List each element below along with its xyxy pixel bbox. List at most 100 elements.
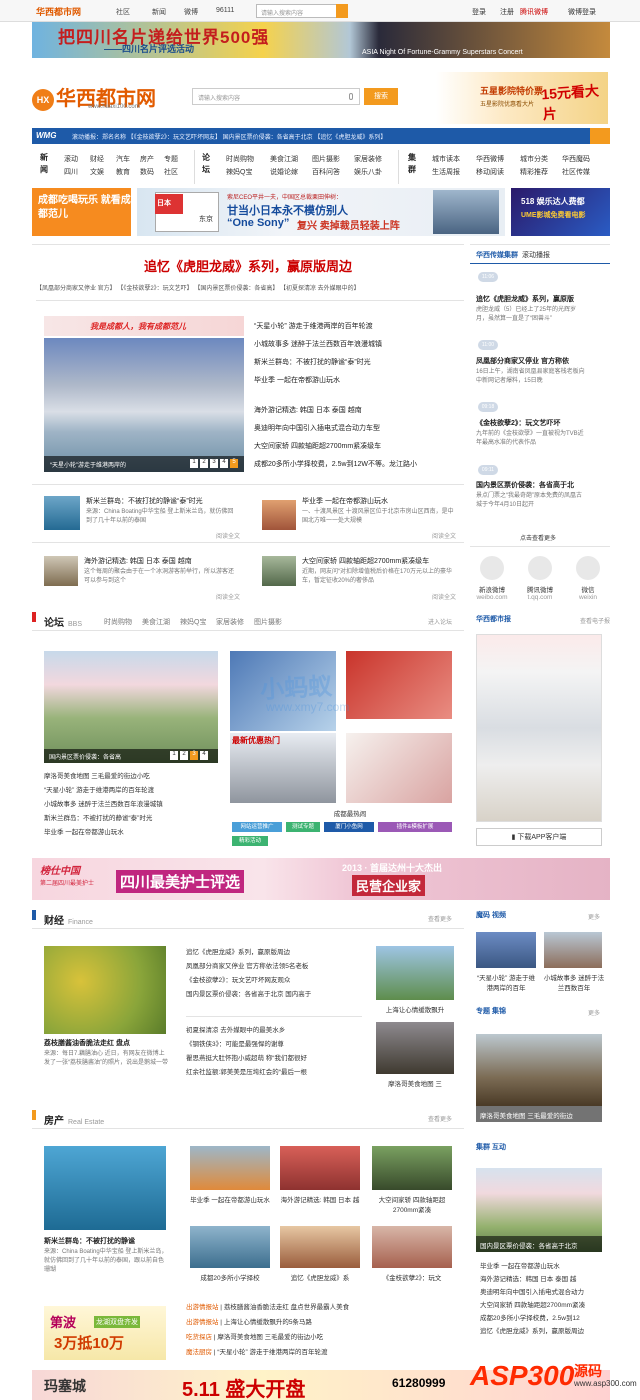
forum-tab[interactable]: 图片摄影 — [254, 617, 282, 627]
list-item[interactable]: 毕业季 一起在帝都游山玩水 — [254, 372, 460, 390]
card-thumb[interactable] — [262, 500, 296, 530]
nav-item[interactable]: 生活周报 — [432, 167, 460, 177]
list-item[interactable]: 摩洛哥美食地图 三毛最爱的街边小吃 — [44, 770, 224, 784]
nav-item[interactable]: 娱乐八卦 — [354, 167, 382, 177]
sina-weibo-icon[interactable] — [480, 556, 504, 580]
news-card[interactable]: 毕业季 一起在帝都游山玩水 一、十渡风景区 十渡风景区位于北京市房山区西南，是中国… — [302, 496, 458, 526]
finance-feature[interactable]: 荔枝膳酱油香脆法走红 盘点 来源：每日7.藕膳油心 近日，有网友在微博上发了一张“… — [44, 1038, 168, 1068]
forum-photo[interactable] — [44, 651, 218, 763]
card-title[interactable]: 毕业季 一起在帝都游山玩水 — [302, 496, 458, 506]
estate-grid-caption[interactable]: 成都20多所小学择校 — [186, 1272, 274, 1282]
estate-grid-photo[interactable] — [190, 1226, 270, 1268]
nurse-selection-ad[interactable]: 榜仕中国 第二届四川最美护士 四川最美护士评选 2013 · 首届达州十大杰出 … — [32, 858, 610, 900]
forum-page[interactable]: 4 — [200, 751, 208, 760]
list-item[interactable]: 成都20多所小学择校费，2.5w到12W不等。龙江路小 — [254, 456, 460, 474]
slider-page[interactable]: 3 — [210, 459, 218, 468]
slider-page-active[interactable]: 5 — [230, 459, 238, 468]
nav-item[interactable]: 数码 — [140, 167, 154, 177]
list-item[interactable]: 小城故事多 迷醉于法兰西数百年浪漫城镇 — [44, 798, 224, 812]
nav-item[interactable]: 教育 — [116, 167, 130, 177]
video-thumb[interactable] — [544, 932, 602, 968]
top-search-input[interactable]: 请输入搜索内容 — [256, 4, 348, 18]
list-item[interactable]: 奥迪明年向中国引入插电式混合动力车型 — [254, 420, 460, 438]
finance-title[interactable]: 财经 Finance — [44, 912, 93, 927]
list-item[interactable]: 大空间家轿 四款轴距超2700mm紧凑 — [480, 1299, 608, 1312]
timeline-title[interactable]: 国内景区票价侵袭：各省高于北 — [476, 480, 586, 490]
sub-headlines[interactable]: 【凤凰部分商家又停业 官方】 【《金枝欲孽2》：玩文艺吓】 【国内景区票价侵袭：… — [36, 283, 464, 292]
finance-side-photo[interactable] — [376, 946, 454, 1000]
list-item[interactable]: 小城故事多 迷醉于法兰西数百年浪漫城镇 — [254, 336, 460, 354]
timeline-item[interactable]: 国内景区票价侵袭：各省高于北 景点门票之“我最奇葩”原本免费的凤凰古城于今年4月1… — [476, 480, 586, 510]
list-item[interactable]: 《金枝欲孽2》：玩文艺吓坏网友观众 — [186, 974, 362, 988]
list-item[interactable]: 追忆《虎胆龙威》系列，赢原版周边 — [186, 946, 362, 960]
interact-caption[interactable]: 国内景区票价侵袭：各省高于北京 — [476, 1236, 602, 1252]
nav-item[interactable]: 房产 — [140, 154, 154, 164]
video-thumb[interactable] — [476, 932, 536, 968]
cluster-title[interactable]: 专题 集锦 — [476, 1006, 506, 1016]
estate-grid-caption[interactable]: 毕业季 一起在帝都游山玩水 — [186, 1194, 274, 1204]
finance-side-caption[interactable]: 摩洛哥美食地图 三 — [370, 1078, 460, 1088]
chengdu-fan-ad[interactable]: 成都吃喝玩乐 就看成都范儿 — [32, 188, 131, 236]
forum-tag-button[interactable]: 测试专题 — [286, 822, 320, 832]
tencent-weibo-icon[interactable] — [528, 556, 552, 580]
photo-slider[interactable]: 我是成都人，我有成都范儿 “天星小轮”游走于维港两岸的 1 2 3 4 5 — [44, 316, 244, 474]
list-item[interactable]: 红余社监额:郭美美是压垮红会的“最后一根 — [186, 1066, 362, 1080]
card-title[interactable]: 斯米兰群岛：不被打扰的静谧“泰”时光 — [86, 496, 236, 506]
search-button[interactable]: 搜索 — [364, 88, 398, 105]
list-item[interactable]: “天星小轮” 游走于维港两岸的百年轮渡 — [44, 784, 224, 798]
forum-tab[interactable]: 辣妈Q宝 — [180, 617, 206, 627]
forum-page[interactable]: 2 — [180, 751, 188, 760]
forum-tag-button[interactable]: 插件&模板扩展 — [378, 822, 452, 832]
feature-title[interactable]: 斯米兰群岛：不被打扰的静谧 — [44, 1236, 168, 1246]
video-more-link[interactable]: 更多 — [588, 912, 600, 921]
forum-title[interactable]: 论坛 BBS — [44, 614, 82, 629]
nav-item[interactable]: 城市读本 — [432, 154, 460, 164]
register-link[interactable]: 注册 — [500, 7, 514, 17]
paper-more-link[interactable]: 查看电子报 — [580, 616, 610, 625]
nav-weibo[interactable]: 微博 — [184, 7, 198, 17]
nav-item[interactable]: 图片摄影 — [312, 154, 340, 164]
nav-item[interactable]: 精彩推荐 — [520, 167, 548, 177]
timeline-item[interactable]: 《金枝欲孽2》：玩文艺吓坏 九年前的《金枝欲孽》一直被视为TVB近年最高水准的代表… — [476, 418, 586, 448]
forum-page[interactable]: 1 — [170, 751, 178, 760]
list-item[interactable]: 斯米兰群岛：不被打扰的静谧“泰”时光 — [254, 354, 460, 372]
interact-title[interactable]: 集群 互动 — [476, 1142, 506, 1152]
nav-item[interactable]: 专题 — [164, 154, 178, 164]
forum-grid-photo[interactable] — [346, 733, 452, 803]
nav-96111[interactable]: 96111 — [216, 7, 234, 14]
forum-tag-button[interactable]: 厦门小鱼网 — [324, 822, 374, 832]
read-more-link[interactable]: 阅读全文 — [216, 531, 240, 540]
weibo-login-link[interactable]: 微博登录 — [568, 7, 596, 17]
estate-grid-caption[interactable]: 海外游记精选: 韩国 日本 越 — [276, 1194, 364, 1204]
estate-grid-caption[interactable]: 大空间家轿 四款轴距超2700mm紧凑 — [368, 1194, 456, 1214]
newspaper-image[interactable] — [476, 634, 602, 822]
news-card[interactable]: 大空间家轿 四款轴距超2700mm紧凑级车 近期，网友问“对扣除增值税后价格在17… — [302, 556, 458, 586]
estate-grid-photo[interactable] — [280, 1146, 360, 1190]
nav-item[interactable]: 四川 — [64, 167, 78, 177]
finance-photo[interactable] — [44, 946, 166, 1034]
list-item[interactable]: 《钢铁侠3》：可能是最强悍的谢尊 — [186, 1038, 362, 1052]
ticker-text[interactable]: 滚动播报：郑名名称 【《金枝欲孽2》：玩文艺吓坏网友】 国内景区票价侵袭：各省高… — [72, 132, 592, 141]
paper-title[interactable]: 华西都市报 — [476, 614, 511, 624]
estate-grid-caption[interactable]: 《金枝欲孽2》：玩文 — [368, 1272, 456, 1282]
video-caption[interactable]: “天星小轮” 游走于维港两岸的百年 — [474, 972, 538, 992]
news-card[interactable]: 斯米兰群岛：不被打扰的静谧“泰”时光 来源：China Boating中华宝船 登… — [86, 496, 236, 526]
nav-item[interactable]: 时尚购物 — [226, 154, 254, 164]
video-caption[interactable]: 小城故事多 迷醉于法兰西数百年 — [542, 972, 606, 992]
harbor-photo[interactable] — [44, 338, 244, 472]
download-app-button[interactable]: ▮ 下载APP客户端 — [476, 828, 602, 846]
top-search-button[interactable] — [336, 4, 348, 18]
wechat-icon[interactable] — [576, 556, 600, 580]
read-more-link[interactable]: 阅读全文 — [432, 592, 456, 601]
cluster-caption[interactable]: 摩洛哥美食地图 三毛最爱的街边 — [476, 1106, 602, 1122]
list-item[interactable]: 凤凰部分商家又停业 官方称依法领5名老板 — [186, 960, 362, 974]
card-thumb[interactable] — [262, 556, 296, 586]
ume-cinema-ad[interactable]: 518 娱乐达人费都 UME影城免费看电影 — [511, 188, 610, 236]
estate-grid-caption[interactable]: 追忆《虎胆龙威》系 — [276, 1272, 364, 1282]
list-item[interactable]: 奥迪明年向中国引入插电式混合动力 — [480, 1286, 608, 1299]
nav-item[interactable]: 说婚论嫁 — [270, 167, 298, 177]
finance-side-caption[interactable]: 上海让心情缓散飘升 — [370, 1004, 460, 1014]
timeline-item[interactable]: 追忆《虎胆龙威》系列，赢原版 虎胆龙威（5）已经上了25年的光辉岁月，虽然算一直是… — [476, 294, 586, 324]
list-item[interactable]: 初夏探清凉 去外媒眼中的最美水乡 — [186, 1024, 362, 1038]
list-item[interactable]: 海外游记精选: 韩国 日本 泰国 越南 — [254, 402, 460, 420]
